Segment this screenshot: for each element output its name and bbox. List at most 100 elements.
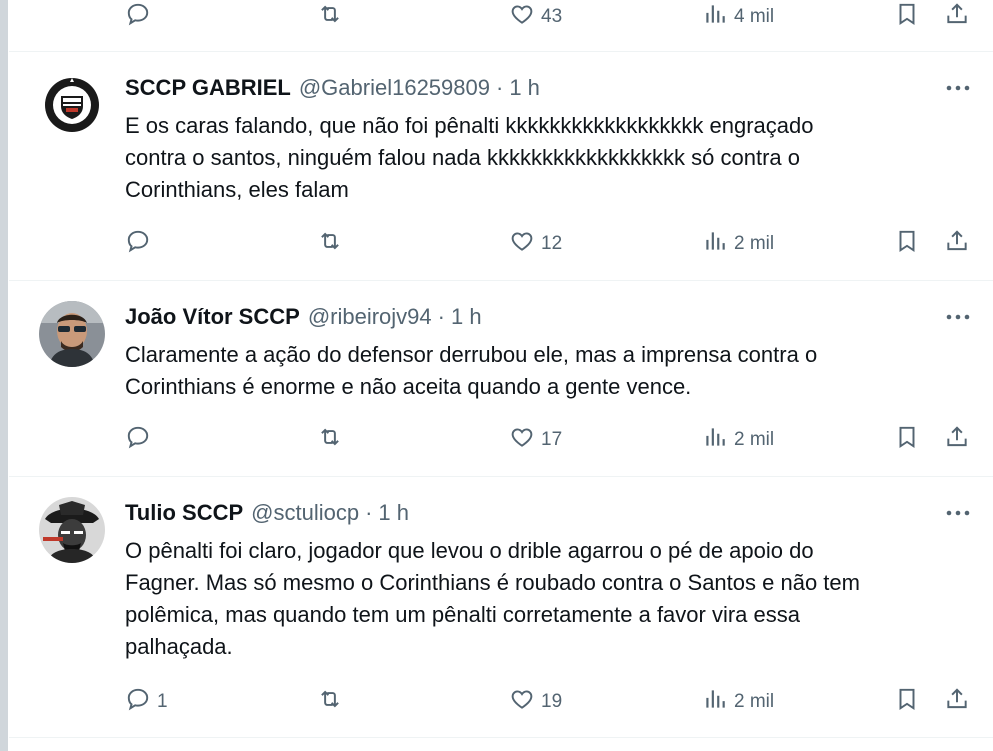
views-icon <box>702 1 728 33</box>
tweet-text-line: contra o santos, ninguém falou nada kkkk… <box>125 145 800 170</box>
retweet-button[interactable] <box>317 423 349 457</box>
views-count: 4 mil <box>734 6 775 27</box>
heart-icon <box>509 424 535 456</box>
more-icon <box>946 85 970 91</box>
bookmark-button[interactable] <box>894 227 920 261</box>
tweet-header: SCCP GABRIEL @Gabriel16259809 · 1 h <box>125 73 540 103</box>
views-button[interactable]: 2 mil <box>702 423 774 457</box>
reply-icon <box>125 424 151 456</box>
timestamp[interactable]: 1 h <box>451 304 482 330</box>
views-icon <box>702 424 728 456</box>
views-button[interactable]: 4 mil <box>702 0 774 34</box>
tweet-text-line: polêmica, mas quando tem um pênalti corr… <box>125 602 800 627</box>
previous-tweet-actions: 43 4 mil <box>9 0 993 34</box>
avatar[interactable] <box>39 497 105 563</box>
tweet-text: O pênalti foi claro, jogador que levou o… <box>125 535 975 663</box>
tweet-text-line: E os caras falando, que não foi pênalti … <box>125 113 814 138</box>
tweet-text: Claramente a ação do defensor derrubou e… <box>125 339 975 403</box>
tweet-actions: 12 2 mil <box>9 227 993 261</box>
share-icon <box>944 424 970 456</box>
user-handle[interactable]: @ribeirojv94 <box>308 304 432 330</box>
views-icon <box>702 686 728 718</box>
bookmark-button[interactable] <box>894 685 920 719</box>
heart-icon <box>509 686 535 718</box>
tweet-header: Tulio SCCP @sctuliocp · 1 h <box>125 498 409 528</box>
tweet-separator <box>9 737 993 738</box>
retweet-button[interactable] <box>317 0 349 34</box>
reply-icon <box>125 1 151 33</box>
tweet-text: E os caras falando, que não foi pênalti … <box>125 110 975 206</box>
avatar[interactable] <box>39 72 105 138</box>
tweet-header: João Vítor SCCP @ribeirojv94 · 1 h <box>125 302 482 332</box>
like-count: 43 <box>541 6 563 27</box>
tweet-text-line: O pênalti foi claro, jogador que levou o… <box>125 538 814 563</box>
heart-icon <box>509 228 535 260</box>
user-handle[interactable]: @Gabriel16259809 <box>299 75 490 101</box>
timestamp[interactable]: 1 h <box>509 75 540 101</box>
tweet-actions: 1 19 2 mil <box>9 685 993 719</box>
reply-button[interactable] <box>125 0 157 34</box>
reply-button[interactable]: 1 <box>125 685 168 719</box>
like-count: 19 <box>541 691 563 712</box>
like-button[interactable]: 19 <box>509 685 562 719</box>
views-button[interactable]: 2 mil <box>702 685 774 719</box>
more-options-button[interactable] <box>943 498 973 528</box>
more-icon <box>946 314 970 320</box>
retweet-icon <box>317 1 343 33</box>
share-icon <box>944 686 970 718</box>
like-count: 12 <box>541 233 563 254</box>
tweet-card[interactable]: João Vítor SCCP @ribeirojv94 · 1 h Clara… <box>9 281 993 476</box>
more-options-button[interactable] <box>943 302 973 332</box>
views-count: 2 mil <box>734 691 775 712</box>
like-button[interactable]: 12 <box>509 227 562 261</box>
reply-icon <box>125 228 151 260</box>
share-button[interactable] <box>944 685 970 719</box>
share-button[interactable] <box>944 423 970 457</box>
separator-dot: · <box>365 500 373 525</box>
tweet-text-line: palhaçada. <box>125 634 233 659</box>
retweet-icon <box>317 228 343 260</box>
window-left-edge <box>0 0 8 751</box>
more-options-button[interactable] <box>943 73 973 103</box>
tweet-text-line: Corinthians é enorme e não aceita quando… <box>125 374 692 399</box>
timestamp[interactable]: 1 h <box>378 500 409 526</box>
share-button[interactable] <box>944 227 970 261</box>
retweet-button[interactable] <box>317 685 349 719</box>
bookmark-icon <box>894 424 920 456</box>
reply-count: 1 <box>157 691 168 712</box>
user-handle[interactable]: @sctuliocp <box>251 500 359 526</box>
tweet-card[interactable]: Tulio SCCP @sctuliocp · 1 h O pênalti fo… <box>9 477 993 737</box>
display-name[interactable]: João Vítor SCCP <box>125 304 300 330</box>
views-button[interactable]: 2 mil <box>702 227 774 261</box>
separator-dot: · <box>437 304 445 329</box>
share-icon <box>944 1 970 33</box>
tweet-text-line: Fagner. Mas só mesmo o Corinthians é rou… <box>125 570 860 595</box>
bookmark-icon <box>894 686 920 718</box>
heart-icon <box>509 1 535 33</box>
share-button[interactable] <box>944 0 970 34</box>
tweet-text-line: Corinthians, eles falam <box>125 177 349 202</box>
bookmark-icon <box>894 1 920 33</box>
reply-button[interactable] <box>125 423 157 457</box>
like-button[interactable]: 43 <box>509 0 562 34</box>
share-icon <box>944 228 970 260</box>
display-name[interactable]: SCCP GABRIEL <box>125 75 291 101</box>
reply-button[interactable] <box>125 227 157 261</box>
tweet-text-line: Claramente a ação do defensor derrubou e… <box>125 342 818 367</box>
bookmark-icon <box>894 228 920 260</box>
reply-feed: 43 4 mil SCCP GABRIEL @Gabriel16259809 ·… <box>9 0 993 751</box>
views-icon <box>702 228 728 260</box>
like-button[interactable]: 17 <box>509 423 562 457</box>
reply-icon <box>125 686 151 718</box>
avatar[interactable] <box>39 301 105 367</box>
retweet-icon <box>317 424 343 456</box>
display-name[interactable]: Tulio SCCP <box>125 500 243 526</box>
bookmark-button[interactable] <box>894 0 920 34</box>
retweet-button[interactable] <box>317 227 349 261</box>
bookmark-button[interactable] <box>894 423 920 457</box>
separator-dot: · <box>495 75 504 100</box>
like-count: 17 <box>541 429 563 450</box>
more-icon <box>946 510 970 516</box>
views-count: 2 mil <box>734 233 775 254</box>
tweet-card[interactable]: SCCP GABRIEL @Gabriel16259809 · 1 h E os… <box>9 52 993 280</box>
